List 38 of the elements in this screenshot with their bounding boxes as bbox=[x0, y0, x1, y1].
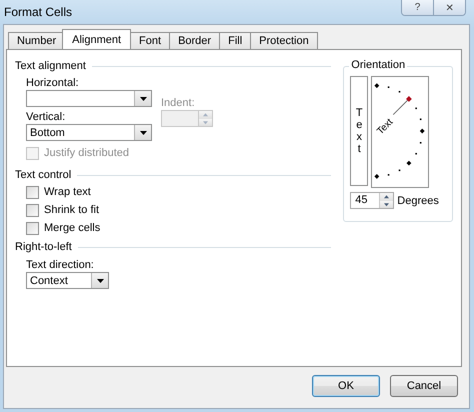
field-label: Text direction: bbox=[26, 258, 94, 272]
group-title: Orientation bbox=[349, 59, 408, 71]
checkbox-label: Merge cells bbox=[44, 222, 100, 234]
vertical-text-button[interactable]: Text bbox=[350, 76, 368, 186]
checkbox[interactable] bbox=[26, 222, 39, 234]
close-button[interactable]: ✕ bbox=[433, 0, 465, 15]
checkbox-label: Justify distributed bbox=[44, 147, 129, 159]
caret-icon bbox=[140, 130, 146, 134]
tab[interactable]: Fill bbox=[219, 32, 252, 49]
dropdown[interactable]: Context bbox=[26, 272, 109, 289]
checkbox[interactable] bbox=[26, 204, 39, 216]
checkbox-label: Wrap text bbox=[44, 186, 91, 198]
spin-arrows-icon[interactable] bbox=[379, 193, 394, 208]
group-title: Right-to-left bbox=[15, 241, 72, 253]
tab[interactable]: Alignment bbox=[62, 29, 132, 49]
help-button[interactable]: ? bbox=[402, 0, 433, 15]
group-title: Text control bbox=[15, 169, 72, 181]
caret-icon bbox=[96, 278, 104, 282]
degrees-label: Degrees bbox=[397, 194, 439, 206]
dropdown[interactable]: Bottom bbox=[26, 124, 152, 141]
dialog-button[interactable]: OK bbox=[312, 375, 380, 397]
angle-handle[interactable] bbox=[406, 96, 412, 102]
tab[interactable]: Font bbox=[130, 32, 170, 49]
field-label: Horizontal: bbox=[26, 76, 79, 90]
orientation-dial[interactable]: Text bbox=[371, 76, 430, 188]
checkbox-label: Shrink to fit bbox=[44, 204, 100, 216]
caret-icon bbox=[140, 96, 146, 100]
dialog-button[interactable]: Cancel bbox=[390, 375, 458, 397]
field-label: Indent: bbox=[161, 96, 195, 110]
tab[interactable]: Border bbox=[169, 32, 220, 49]
dial-text: Text bbox=[375, 116, 396, 138]
tab[interactable]: Protection bbox=[250, 32, 318, 49]
group-title: Text alignment bbox=[15, 60, 86, 72]
spin-field[interactable]: 45 bbox=[350, 192, 394, 209]
field-label: Vertical: bbox=[26, 110, 66, 124]
dropdown[interactable] bbox=[26, 90, 152, 107]
window-title: Format Cells bbox=[3, 4, 72, 19]
checkbox[interactable] bbox=[26, 186, 39, 198]
